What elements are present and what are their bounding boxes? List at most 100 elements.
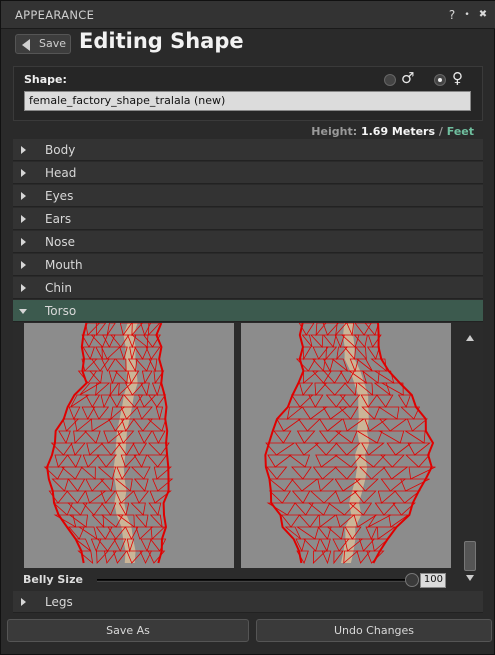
mesh-triangle — [366, 346, 380, 360]
scroll-up-icon[interactable] — [466, 335, 474, 341]
mesh-triangle — [108, 370, 118, 385]
mesh-triangle — [83, 430, 101, 444]
back-save-button[interactable]: Save — [15, 34, 71, 54]
scroll-down-icon[interactable] — [466, 575, 474, 581]
save-as-button[interactable]: Save As — [7, 619, 249, 642]
section-head[interactable]: Head — [13, 162, 483, 184]
mesh-triangle — [70, 442, 86, 456]
mesh-triangle — [132, 442, 148, 456]
mesh-triangle — [141, 370, 153, 385]
section-list-lower: Legs — [13, 591, 483, 614]
mesh-triangle — [133, 454, 148, 468]
mesh-triangle — [91, 514, 105, 529]
mesh-triangle — [311, 358, 326, 372]
mesh-triangle — [97, 466, 117, 480]
close-icon[interactable]: ✖ — [476, 8, 490, 22]
mesh-triangle — [366, 514, 391, 529]
expand-arrow-icon — [21, 215, 26, 223]
torso-scrollbar[interactable] — [463, 329, 477, 583]
mesh-triangle — [85, 490, 107, 504]
section-torso[interactable]: Torso — [13, 300, 483, 322]
female-radio[interactable] — [434, 74, 446, 86]
mesh-triangle — [382, 466, 409, 480]
mesh-triangle — [312, 466, 338, 480]
mesh-triangle — [325, 346, 338, 361]
mesh-triangle — [298, 514, 320, 528]
title-bar[interactable]: APPEARANCE ? • ✖ — [1, 1, 495, 29]
section-ears[interactable]: Ears — [13, 208, 483, 230]
belly-preview-min — [24, 323, 234, 568]
mesh-triangle — [315, 454, 339, 468]
mesh-triangle — [377, 406, 400, 420]
mesh-triangle — [155, 406, 164, 421]
mesh-triangle — [301, 406, 328, 420]
mesh-triangle — [54, 454, 69, 468]
mesh-triangle — [318, 514, 337, 528]
mesh-triangle — [376, 394, 394, 408]
mesh-triangle — [101, 358, 116, 372]
section-label: Nose — [45, 235, 75, 249]
mesh-triangle — [377, 430, 405, 444]
mesh-triangle — [322, 382, 347, 396]
mesh-triangle — [149, 514, 163, 529]
appearance-window: APPEARANCE ? • ✖ Save Editing Shape Shap… — [0, 0, 495, 655]
back-arrow-icon — [22, 39, 30, 51]
expand-arrow-icon — [21, 146, 26, 154]
wireframe-image — [43, 323, 174, 564]
mesh-triangle — [100, 346, 121, 360]
male-radio[interactable] — [384, 74, 396, 86]
mesh-triangle — [331, 358, 349, 373]
expand-arrow-icon — [21, 598, 26, 606]
mesh-triangle — [139, 550, 153, 564]
shape-name-field[interactable]: female_factory_shape_tralala (new) — [24, 91, 471, 111]
mesh-triangle — [151, 430, 166, 444]
section-body[interactable]: Body — [13, 139, 483, 161]
mesh-triangle — [92, 406, 110, 420]
belly-size-track[interactable] — [97, 579, 412, 582]
mesh-triangle — [312, 550, 327, 564]
scroll-thumb[interactable] — [464, 541, 476, 571]
expand-arrow-icon — [21, 192, 26, 200]
feet-link[interactable]: Feet — [447, 125, 474, 138]
mesh-triangle — [380, 382, 404, 396]
mesh-triangle — [81, 406, 96, 420]
height-separator: / — [438, 125, 443, 138]
mesh-triangle — [280, 514, 301, 528]
mesh-triangle — [134, 514, 149, 528]
minimize-icon[interactable]: • — [460, 8, 474, 22]
mesh-highlight — [345, 515, 362, 527]
mesh-triangle — [151, 382, 162, 397]
mesh-highlight — [116, 431, 128, 443]
section-legs[interactable]: Legs — [13, 591, 483, 613]
mesh-triangle — [145, 346, 161, 360]
section-nose[interactable]: Nose — [13, 231, 483, 253]
mesh-triangle — [334, 334, 345, 349]
belly-size-slider-row: Belly Size 100 — [23, 572, 463, 590]
mesh-triangle — [314, 442, 338, 456]
mesh-triangle — [325, 394, 347, 408]
belly-size-value[interactable]: 100 — [420, 573, 446, 588]
mesh-triangle — [68, 406, 81, 420]
mesh-triangle — [339, 394, 361, 408]
mesh-triangle — [147, 394, 167, 408]
section-mouth[interactable]: Mouth — [13, 254, 483, 276]
mesh-triangle — [301, 334, 313, 348]
collapse-arrow-icon — [19, 309, 27, 314]
mesh-triangle — [302, 538, 321, 552]
mesh-highlight — [121, 527, 134, 539]
mesh-triangle — [406, 418, 429, 432]
section-chin[interactable]: Chin — [13, 277, 483, 299]
section-label: Head — [45, 166, 77, 180]
mesh-triangle — [407, 442, 431, 456]
belly-size-knob[interactable] — [405, 573, 419, 587]
expand-arrow-icon — [21, 261, 26, 269]
wireframe-image — [264, 323, 436, 565]
male-icon: ♂ — [401, 69, 415, 87]
mesh-triangle — [140, 382, 150, 397]
section-eyes[interactable]: Eyes — [13, 185, 483, 207]
mesh-triangle — [364, 323, 380, 336]
torso-panel: Belly Size 100 — [13, 323, 483, 591]
mesh-triangle — [89, 370, 103, 384]
undo-changes-button[interactable]: Undo Changes — [256, 619, 492, 642]
help-icon[interactable]: ? — [445, 8, 459, 22]
